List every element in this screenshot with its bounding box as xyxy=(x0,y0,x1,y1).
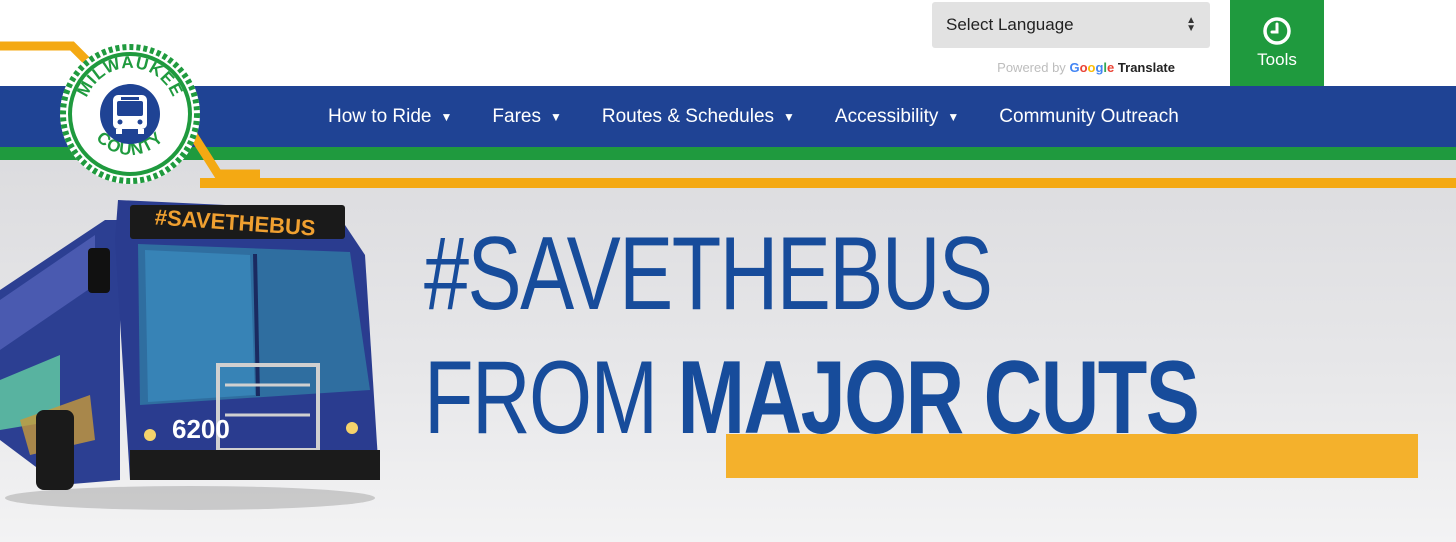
caret-down-icon: ▼ xyxy=(947,109,960,124)
nav-accessibility[interactable]: Accessibility ▼ xyxy=(835,106,959,128)
caret-down-icon: ▼ xyxy=(783,109,795,124)
nav-item-label: How to Ride xyxy=(328,105,432,127)
bus-number: 6200 xyxy=(172,414,230,444)
bus-front-icon xyxy=(113,95,147,134)
caret-down-icon: ▼ xyxy=(549,109,562,124)
bus-image: #SAVETHEBUS 6200 xyxy=(0,200,380,510)
hero-headline-line1: #SAVETHEBUS xyxy=(424,216,993,332)
headline-major-cuts-text: MAJOR CUTS xyxy=(677,340,1200,456)
clock-icon xyxy=(1263,17,1291,45)
tools-button[interactable]: Tools xyxy=(1230,0,1324,86)
nav-item-label: Community Outreach xyxy=(999,105,1179,127)
nav-item-label: Accessibility xyxy=(834,105,939,127)
nav-item-label: Routes & Schedules xyxy=(601,105,775,127)
hero-headline-line2: FROM MAJOR CUTS xyxy=(424,346,1200,450)
powered-by-text: Powered by xyxy=(997,60,1066,75)
primary-navigation: How to Ride ▼ Fares ▼ Routes & Schedules… xyxy=(328,86,1219,147)
nav-how-to-ride[interactable]: How to Ride ▼ xyxy=(328,106,452,128)
nav-routes-schedules[interactable]: Routes & Schedules ▼ xyxy=(602,106,795,128)
language-select[interactable]: Select Language ▲ ▼ xyxy=(932,2,1210,48)
language-select-label: Select Language xyxy=(946,15,1074,34)
nav-community-outreach[interactable]: Community Outreach xyxy=(999,106,1179,128)
milwaukee-county-logo[interactable]: MILWAUKEE COUNTY xyxy=(58,42,202,186)
nav-fares[interactable]: Fares ▼ xyxy=(492,106,561,128)
caret-down-icon: ▼ xyxy=(440,109,453,124)
select-arrows-icon: ▲ ▼ xyxy=(1186,15,1196,34)
nav-item-label: Fares xyxy=(492,105,541,127)
hero-banner[interactable]: #SAVETHEBUS 6200 #SAVETHEBUS FROM MAJOR … xyxy=(0,160,1456,542)
translate-text: Translate xyxy=(1117,60,1175,75)
headline-from-text: FROM xyxy=(424,340,678,456)
tools-label: Tools xyxy=(1257,50,1297,69)
powered-by-google-translate[interactable]: Powered by Google Translate xyxy=(932,60,1175,75)
google-logo-text: Google xyxy=(1069,60,1115,75)
